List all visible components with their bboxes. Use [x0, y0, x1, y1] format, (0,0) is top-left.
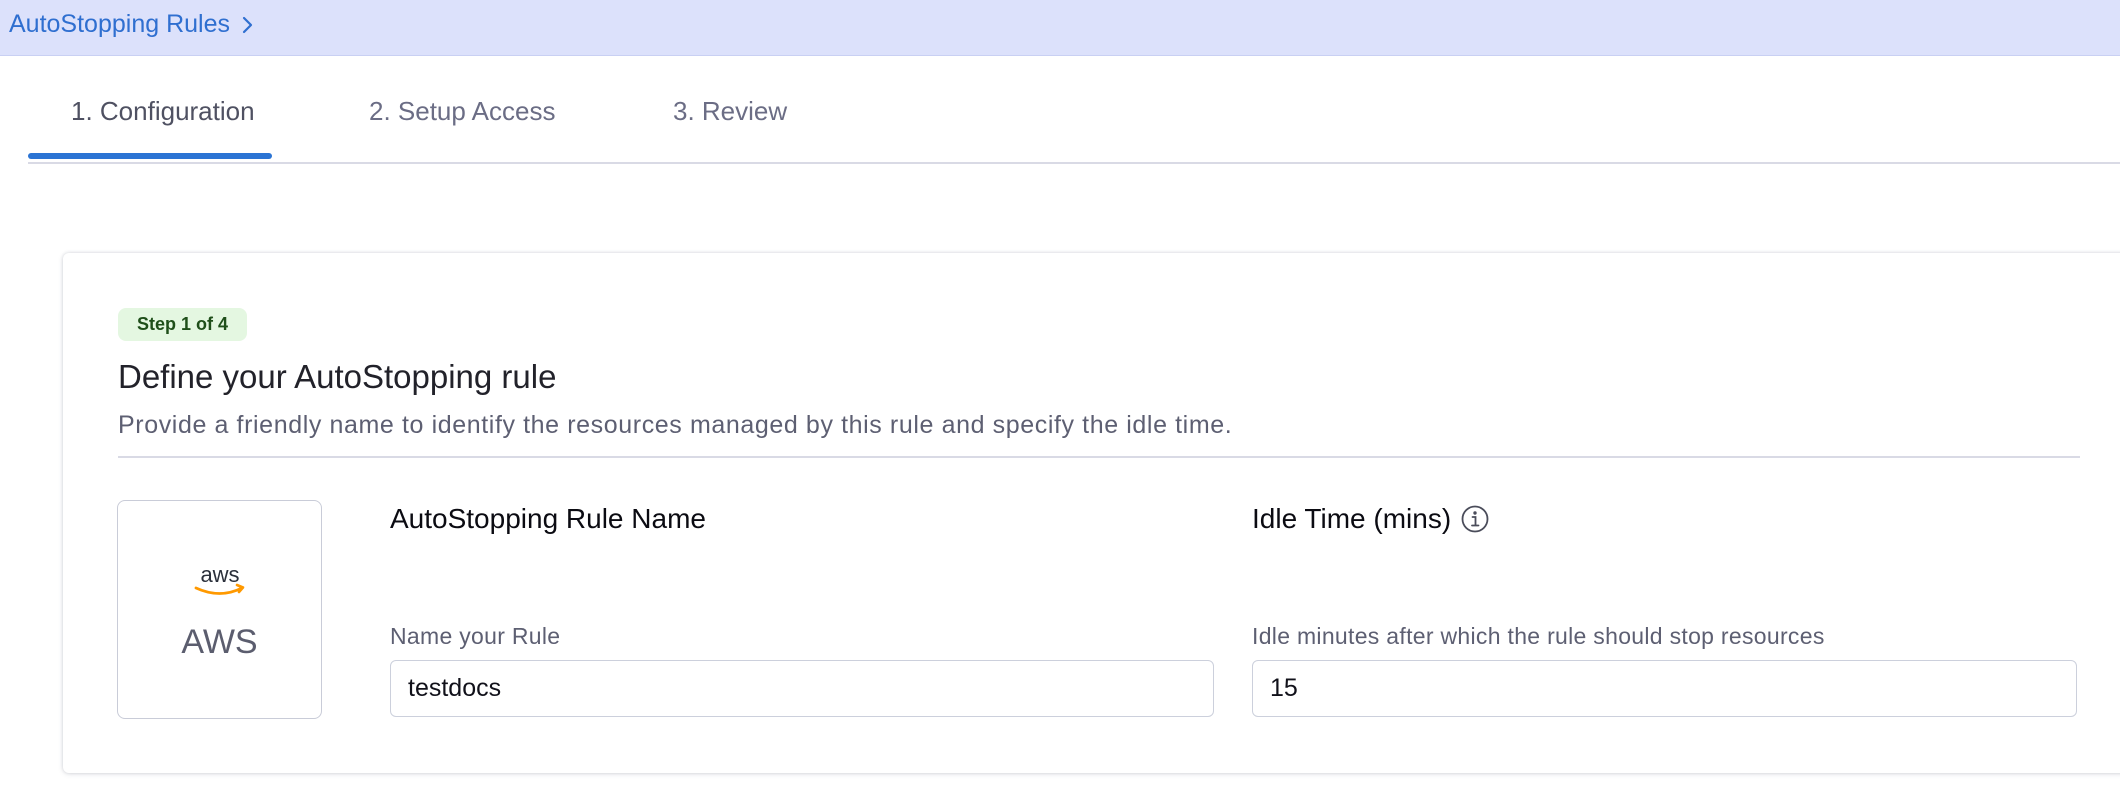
rule-name-label: Name your Rule	[390, 623, 561, 649]
tab-setup-access[interactable]: 2. Setup Access	[369, 96, 555, 127]
provider-label: AWS	[181, 623, 258, 661]
breadcrumb-link-autostopping-rules[interactable]: AutoStopping Rules	[9, 10, 230, 39]
info-icon[interactable]	[1460, 504, 1490, 534]
idle-time-label: Idle minutes after which the rule should…	[1252, 623, 1825, 649]
divider	[118, 456, 2080, 458]
wizard-tabs: 1. Configuration 2. Setup Access 3. Revi…	[28, 56, 2120, 164]
idle-time-input[interactable]	[1252, 660, 2077, 717]
configuration-card: Step 1 of 4 Define your AutoStopping rul…	[63, 253, 2120, 773]
chevron-right-icon	[242, 16, 253, 33]
idle-time-heading-text: Idle Time (mins)	[1252, 503, 1452, 534]
aws-logo-icon: aws	[194, 563, 245, 595]
tab-review[interactable]: 3. Review	[673, 96, 787, 127]
provider-tile-aws[interactable]: aws AWS	[117, 500, 322, 719]
svg-text:aws: aws	[200, 563, 239, 587]
rule-name-heading-text: AutoStopping Rule Name	[390, 503, 706, 534]
idle-time-heading: Idle Time (mins)	[1252, 503, 1490, 535]
rule-name-heading: AutoStopping Rule Name	[390, 503, 706, 535]
card-title: Define your AutoStopping rule	[118, 358, 557, 395]
step-badge: Step 1 of 4	[118, 308, 248, 341]
tab-configuration[interactable]: 1. Configuration	[71, 96, 255, 127]
breadcrumb[interactable]: AutoStopping Rules	[9, 10, 256, 39]
active-tab-indicator	[28, 153, 272, 159]
rule-name-input[interactable]	[390, 660, 1214, 717]
breadcrumb-bar: AutoStopping Rules	[0, 0, 2120, 56]
card-description: Provide a friendly name to identify the …	[118, 411, 1233, 439]
